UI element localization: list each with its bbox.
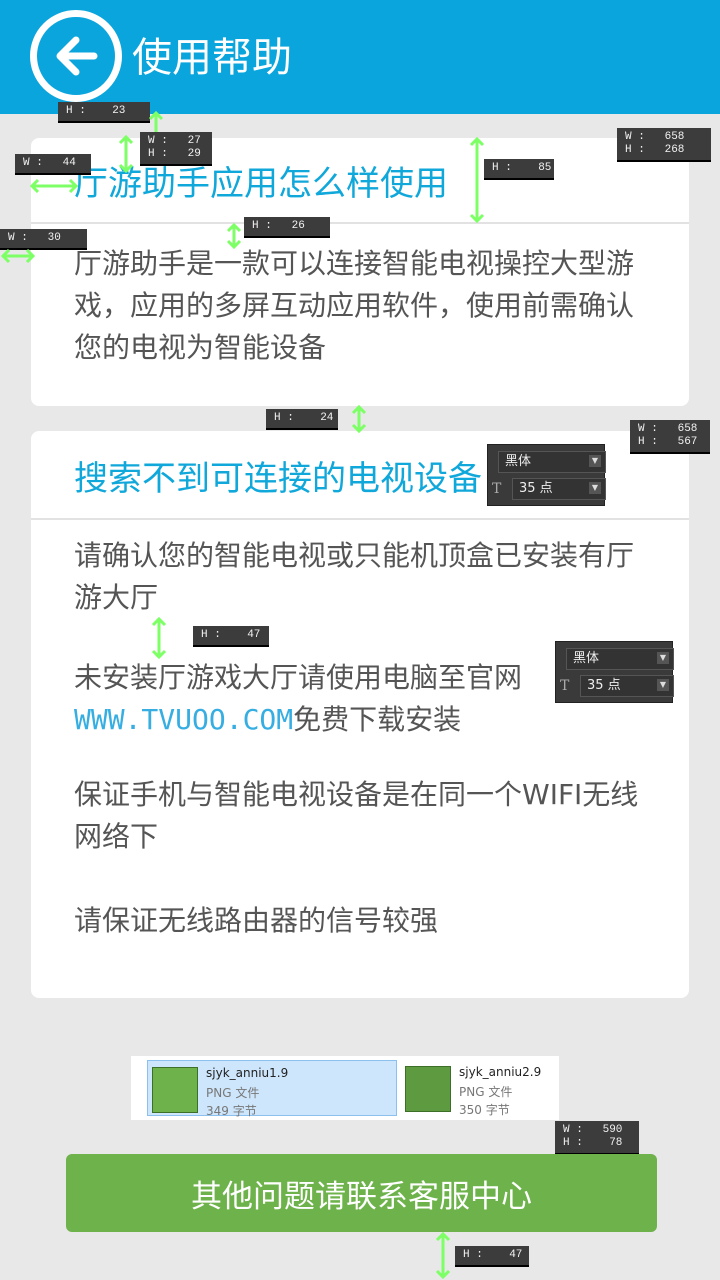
text-size-icon: T (492, 481, 502, 497)
back-button[interactable] (30, 10, 122, 102)
file-name: sjyk_anniu1.9 (206, 1066, 289, 1080)
measure-h: H : 78 (563, 1137, 623, 1149)
png-thumbnail (405, 1066, 451, 1112)
font-size-value: 35 点 (519, 481, 553, 496)
card-body-text: 厅游助手是一款可以连接智能电视操控大型游戏，应用的多屏互动应用软件，使用前需确认… (74, 247, 635, 364)
font-family-value: 黑体 (505, 454, 532, 469)
chevron-down-icon: ▼ (657, 679, 669, 691)
app-header: 使用帮助 (0, 0, 720, 114)
chevron-down-icon: ▼ (589, 482, 601, 494)
file-name: sjyk_anniu2.9 (459, 1065, 542, 1079)
measure-arrow-icon (226, 222, 242, 250)
font-size-select: 35 点 ▼ (580, 675, 674, 697)
divider (31, 222, 689, 224)
chevron-down-icon: ▼ (657, 652, 669, 664)
chevron-down-icon: ▼ (589, 455, 601, 467)
measure-label: H : 47 (193, 626, 269, 647)
arrow-left-icon (56, 36, 98, 76)
measure-h: H : 268 (625, 144, 685, 156)
font-family-select: 黑体 ▼ (566, 648, 674, 670)
measure-w: W : 658 (638, 423, 698, 435)
measure-label: W : 44 (15, 154, 91, 175)
measure-label: W : 590 H : 78 (555, 1121, 639, 1155)
help-card-no-tv-found: 搜索不到可连接的电视设备 请确认您的智能电视或只能机顶盒已安装有厅游大厅 未安装… (31, 431, 689, 998)
help-paragraph-1: 请确认您的智能电视或只能机顶盒已安装有厅游大厅 (74, 539, 635, 614)
divider (31, 518, 689, 520)
file-type: PNG 文件 (459, 1085, 513, 1099)
website-link[interactable]: WWW.TVUOO.COM (74, 703, 293, 736)
measure-h: H : 29 (148, 148, 201, 160)
file-item[interactable]: sjyk_anniu1.9 PNG 文件 349 字节 (147, 1060, 397, 1118)
font-settings-panel: 黑体 ▼ T 35 点 ▼ (555, 641, 674, 703)
contact-support-button[interactable]: 其他问题请联系客服中心 (66, 1154, 657, 1232)
measure-arrow-icon (469, 136, 485, 224)
page-title: 使用帮助 (132, 35, 292, 81)
measure-label: H : 24 (266, 409, 338, 430)
measure-arrow-icon (0, 248, 36, 264)
card-title: 搜索不到可连接的电视设备 (74, 459, 482, 499)
measure-w: W : 658 (625, 131, 685, 143)
measure-arrow-icon (118, 134, 134, 174)
file-size: 350 字节 (459, 1103, 510, 1117)
help-card-usage: 厅游助手应用怎么样使用 厅游助手是一款可以连接智能电视操控大型游戏，应用的多屏互… (31, 138, 689, 406)
measure-label: W : 658 H : 268 (617, 128, 711, 162)
font-family-value: 黑体 (573, 651, 600, 666)
measure-label: H : 85 (484, 159, 554, 180)
measure-arrow-icon (151, 616, 167, 660)
font-settings-panel: 黑体 ▼ T 35 点 ▼ (487, 444, 606, 506)
measure-label: H : 23 (58, 102, 150, 123)
measure-w: W : 590 (563, 1124, 623, 1136)
file-explorer-strip: sjyk_anniu1.9 PNG 文件 349 字节 sjyk_anniu2.… (131, 1056, 559, 1120)
file-size: 349 字节 (206, 1104, 257, 1118)
font-size-select: 35 点 ▼ (512, 478, 606, 500)
font-family-select: 黑体 ▼ (498, 451, 606, 473)
measure-label: W : 658 H : 567 (630, 420, 710, 454)
measure-label: W : 27 H : 29 (140, 132, 212, 166)
text-size-icon: T (560, 678, 570, 694)
file-type: PNG 文件 (206, 1086, 260, 1100)
help-paragraph-2-suffix: 免费下载安装 (293, 703, 462, 736)
measure-label: H : 47 (455, 1246, 529, 1267)
help-paragraph-4: 请保证无线路由器的信号较强 (74, 904, 439, 937)
measure-h: H : 567 (638, 436, 698, 448)
measure-arrow-icon (351, 404, 367, 434)
measure-label: H : 26 (244, 217, 330, 238)
measure-arrow-icon (435, 1231, 451, 1280)
help-paragraph-2-text: 未安装厅游戏大厅请使用电脑至官网 (74, 661, 523, 694)
measure-arrow-icon (29, 178, 79, 194)
help-paragraph-3: 保证手机与智能电视设备是在同一个WIFI无线网络下 (74, 778, 639, 853)
file-item[interactable]: sjyk_anniu2.9 PNG 文件 350 字节 (401, 1060, 551, 1117)
png-thumbnail (152, 1067, 198, 1113)
measure-w: W : 27 (148, 135, 201, 147)
font-size-value: 35 点 (587, 678, 621, 693)
